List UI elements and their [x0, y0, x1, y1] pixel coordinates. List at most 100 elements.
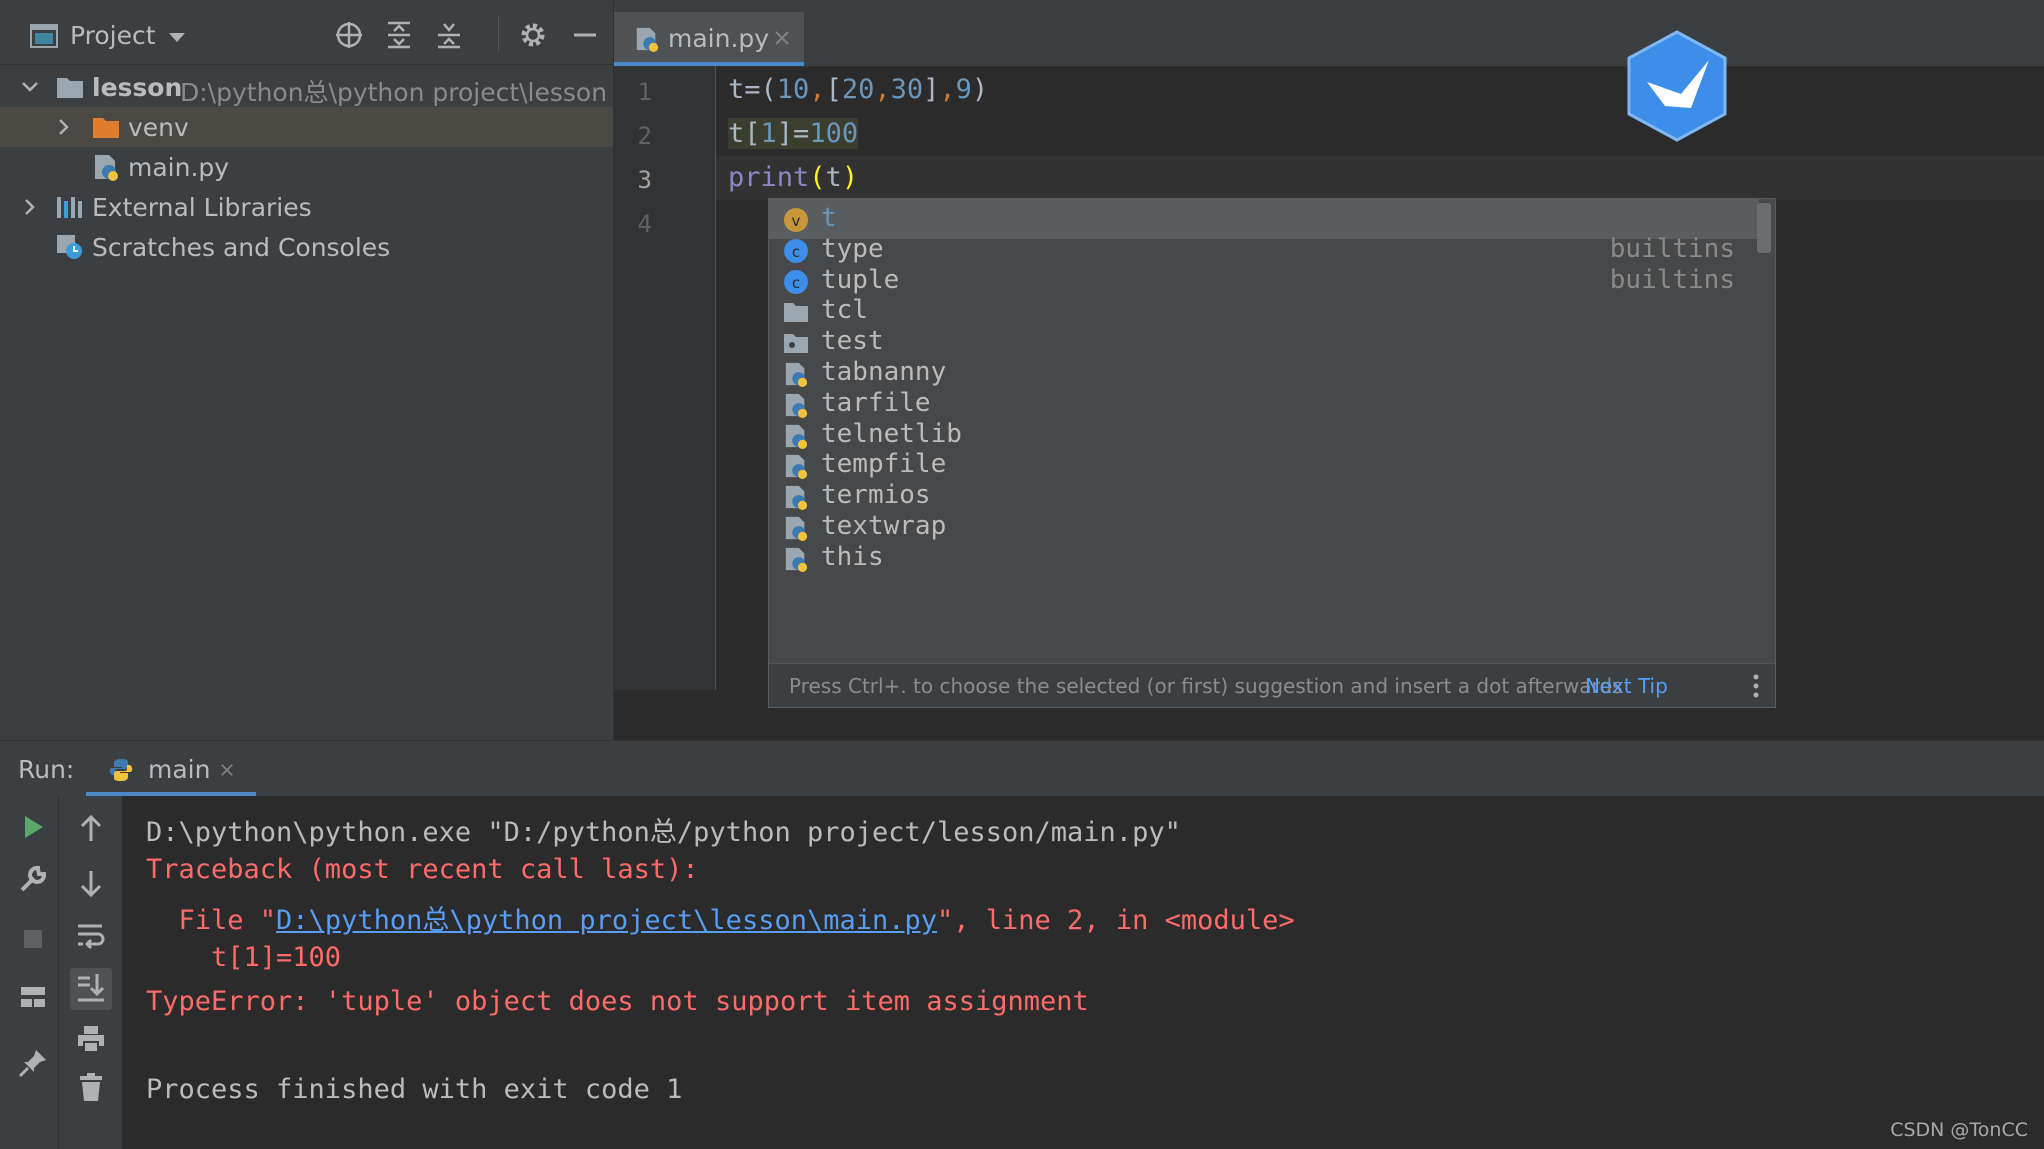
svg-text:c: c — [792, 274, 800, 292]
tree-item-lesson[interactable]: lesson D:\python总\python project\lesson — [0, 67, 613, 107]
project-tool-window: Project lesson D:\python总\python project… — [0, 0, 614, 740]
code-token: , — [809, 74, 826, 105]
code-token: t — [728, 74, 745, 105]
expand-all-icon[interactable] — [384, 20, 414, 50]
run-tool-window-header: Run: main — [0, 740, 2044, 797]
tree-item-label: External Libraries — [92, 193, 312, 222]
code-token: , — [874, 74, 891, 105]
code-token: ) — [971, 74, 989, 105]
code-token: t — [825, 162, 842, 193]
chevron-down-icon[interactable] — [168, 32, 186, 44]
code-line-1[interactable]: t=(10,[20,30],9) — [728, 74, 988, 105]
caret-row-highlight — [716, 156, 2044, 200]
scratches-icon — [56, 233, 84, 261]
run-tab-label: main — [148, 755, 211, 784]
file-suffix: ", line 2, in <module> — [937, 905, 1295, 936]
gear-icon[interactable] — [518, 20, 548, 50]
close-icon[interactable] — [220, 763, 234, 777]
code-line-3[interactable]: print(t) — [728, 162, 858, 193]
hide-panel-icon[interactable] — [570, 20, 600, 50]
completion-item-label: tuple — [821, 264, 900, 295]
completion-item-label: tcl — [821, 295, 868, 326]
close-icon[interactable] — [774, 30, 790, 46]
completion-popup[interactable]: v t c type builtins c tuple builtins tcl test tabn… — [768, 198, 1776, 708]
tree-item-main-py[interactable]: main.py — [0, 147, 613, 187]
scroll-to-end-icon[interactable] — [70, 968, 112, 1010]
completion-item-label: tempfile — [821, 449, 947, 480]
rerun-icon[interactable] — [16, 810, 50, 844]
console-file-line: File "D:\python总\python project\lesson\m… — [146, 898, 1295, 937]
trash-icon[interactable] — [74, 1070, 108, 1104]
tree-item-label: Scratches and Consoles — [92, 233, 391, 262]
print-icon[interactable] — [74, 1022, 108, 1056]
tree-item-path: D:\python总\python project\lesson — [180, 78, 608, 107]
run-tab-main[interactable]: main — [86, 745, 256, 796]
python-file-icon — [783, 546, 809, 572]
locate-icon[interactable] — [334, 20, 364, 50]
wrench-icon[interactable] — [16, 862, 50, 896]
run-label: Run: — [18, 755, 75, 784]
line-number-gutter — [614, 66, 716, 690]
project-view-icon[interactable] — [30, 24, 58, 48]
svg-text:c: c — [792, 243, 800, 261]
source-file-link[interactable]: D:\python总\python project\lesson\main.py — [276, 905, 937, 936]
tab-main-py[interactable]: main.py — [614, 12, 804, 66]
project-view-title[interactable]: Project — [70, 21, 156, 50]
completion-item-label: tabnanny — [821, 357, 947, 387]
folder-icon — [56, 75, 84, 99]
soft-wrap-icon[interactable] — [74, 918, 108, 952]
completion-item-label: telnetlib — [821, 418, 962, 449]
code-token: 9 — [955, 74, 972, 105]
toolbar-divider — [58, 796, 59, 1149]
completion-hint: Press Ctrl+. to choose the selected (or … — [789, 674, 1623, 698]
completion-item-label: test — [821, 326, 884, 357]
code-token: print — [728, 162, 810, 193]
completion-item-label: t — [821, 203, 837, 233]
code-token: ) — [841, 162, 859, 193]
tree-item-external-libraries[interactable]: External Libraries — [0, 187, 613, 227]
layout-icon[interactable] — [16, 980, 50, 1014]
code-token: ]= — [776, 118, 810, 149]
code-token: ] — [923, 74, 940, 105]
run-console[interactable]: D:\python\python.exe "D:/python总/python … — [122, 796, 2044, 1149]
code-token: 10 — [776, 74, 810, 105]
python-file-icon — [634, 26, 660, 52]
completion-item-this[interactable]: this — [769, 538, 1759, 578]
line-number: 3 — [637, 166, 652, 194]
python-icon — [108, 757, 134, 783]
project-header: Project — [0, 0, 613, 65]
next-tip-link[interactable]: Next Tip — [1585, 674, 1668, 698]
pin-icon[interactable] — [16, 1046, 50, 1080]
library-icon — [56, 195, 84, 219]
tree-item-label: lesson — [92, 73, 183, 102]
completion-item-label: textwrap — [821, 511, 947, 541]
code-token: =( — [744, 74, 777, 105]
bird-logo-icon — [1625, 30, 1729, 142]
completion-item-label: termios — [821, 480, 931, 511]
console-error-line: TypeError: 'tuple' object does not suppo… — [146, 986, 1089, 1017]
code-line-2[interactable]: t[1]=100 — [728, 118, 859, 149]
code-token: 100 — [809, 118, 859, 149]
stop-icon[interactable] — [16, 922, 50, 956]
tree-item-label: main.py — [128, 153, 230, 182]
tree-item-scratches[interactable]: Scratches and Consoles — [0, 227, 613, 267]
arrow-down-icon[interactable] — [74, 866, 108, 900]
toolbar-divider — [498, 16, 499, 52]
watermark: CSDN @TonCC — [1890, 1119, 2028, 1141]
more-vertical-icon[interactable] — [1753, 674, 1759, 698]
console-exit-line: Process finished with exit code 1 — [146, 1074, 683, 1105]
line-number: 1 — [637, 78, 652, 106]
completion-item-label: type — [821, 233, 884, 264]
code-token: [ — [744, 118, 761, 149]
completion-item-type: builtins — [1609, 233, 1735, 264]
chevron-right-icon[interactable] — [54, 117, 74, 137]
chevron-down-icon[interactable] — [20, 77, 40, 97]
completion-item-type: builtins — [1609, 264, 1735, 295]
tree-item-venv[interactable]: venv — [0, 107, 613, 147]
arrow-up-icon[interactable] — [74, 812, 108, 846]
completion-scrollbar[interactable] — [1757, 203, 1771, 253]
collapse-all-icon[interactable] — [434, 20, 464, 50]
chevron-right-icon[interactable] — [20, 197, 40, 217]
line-number: 4 — [637, 210, 652, 238]
completion-footer: Press Ctrl+. to choose the selected (or … — [769, 663, 1775, 707]
